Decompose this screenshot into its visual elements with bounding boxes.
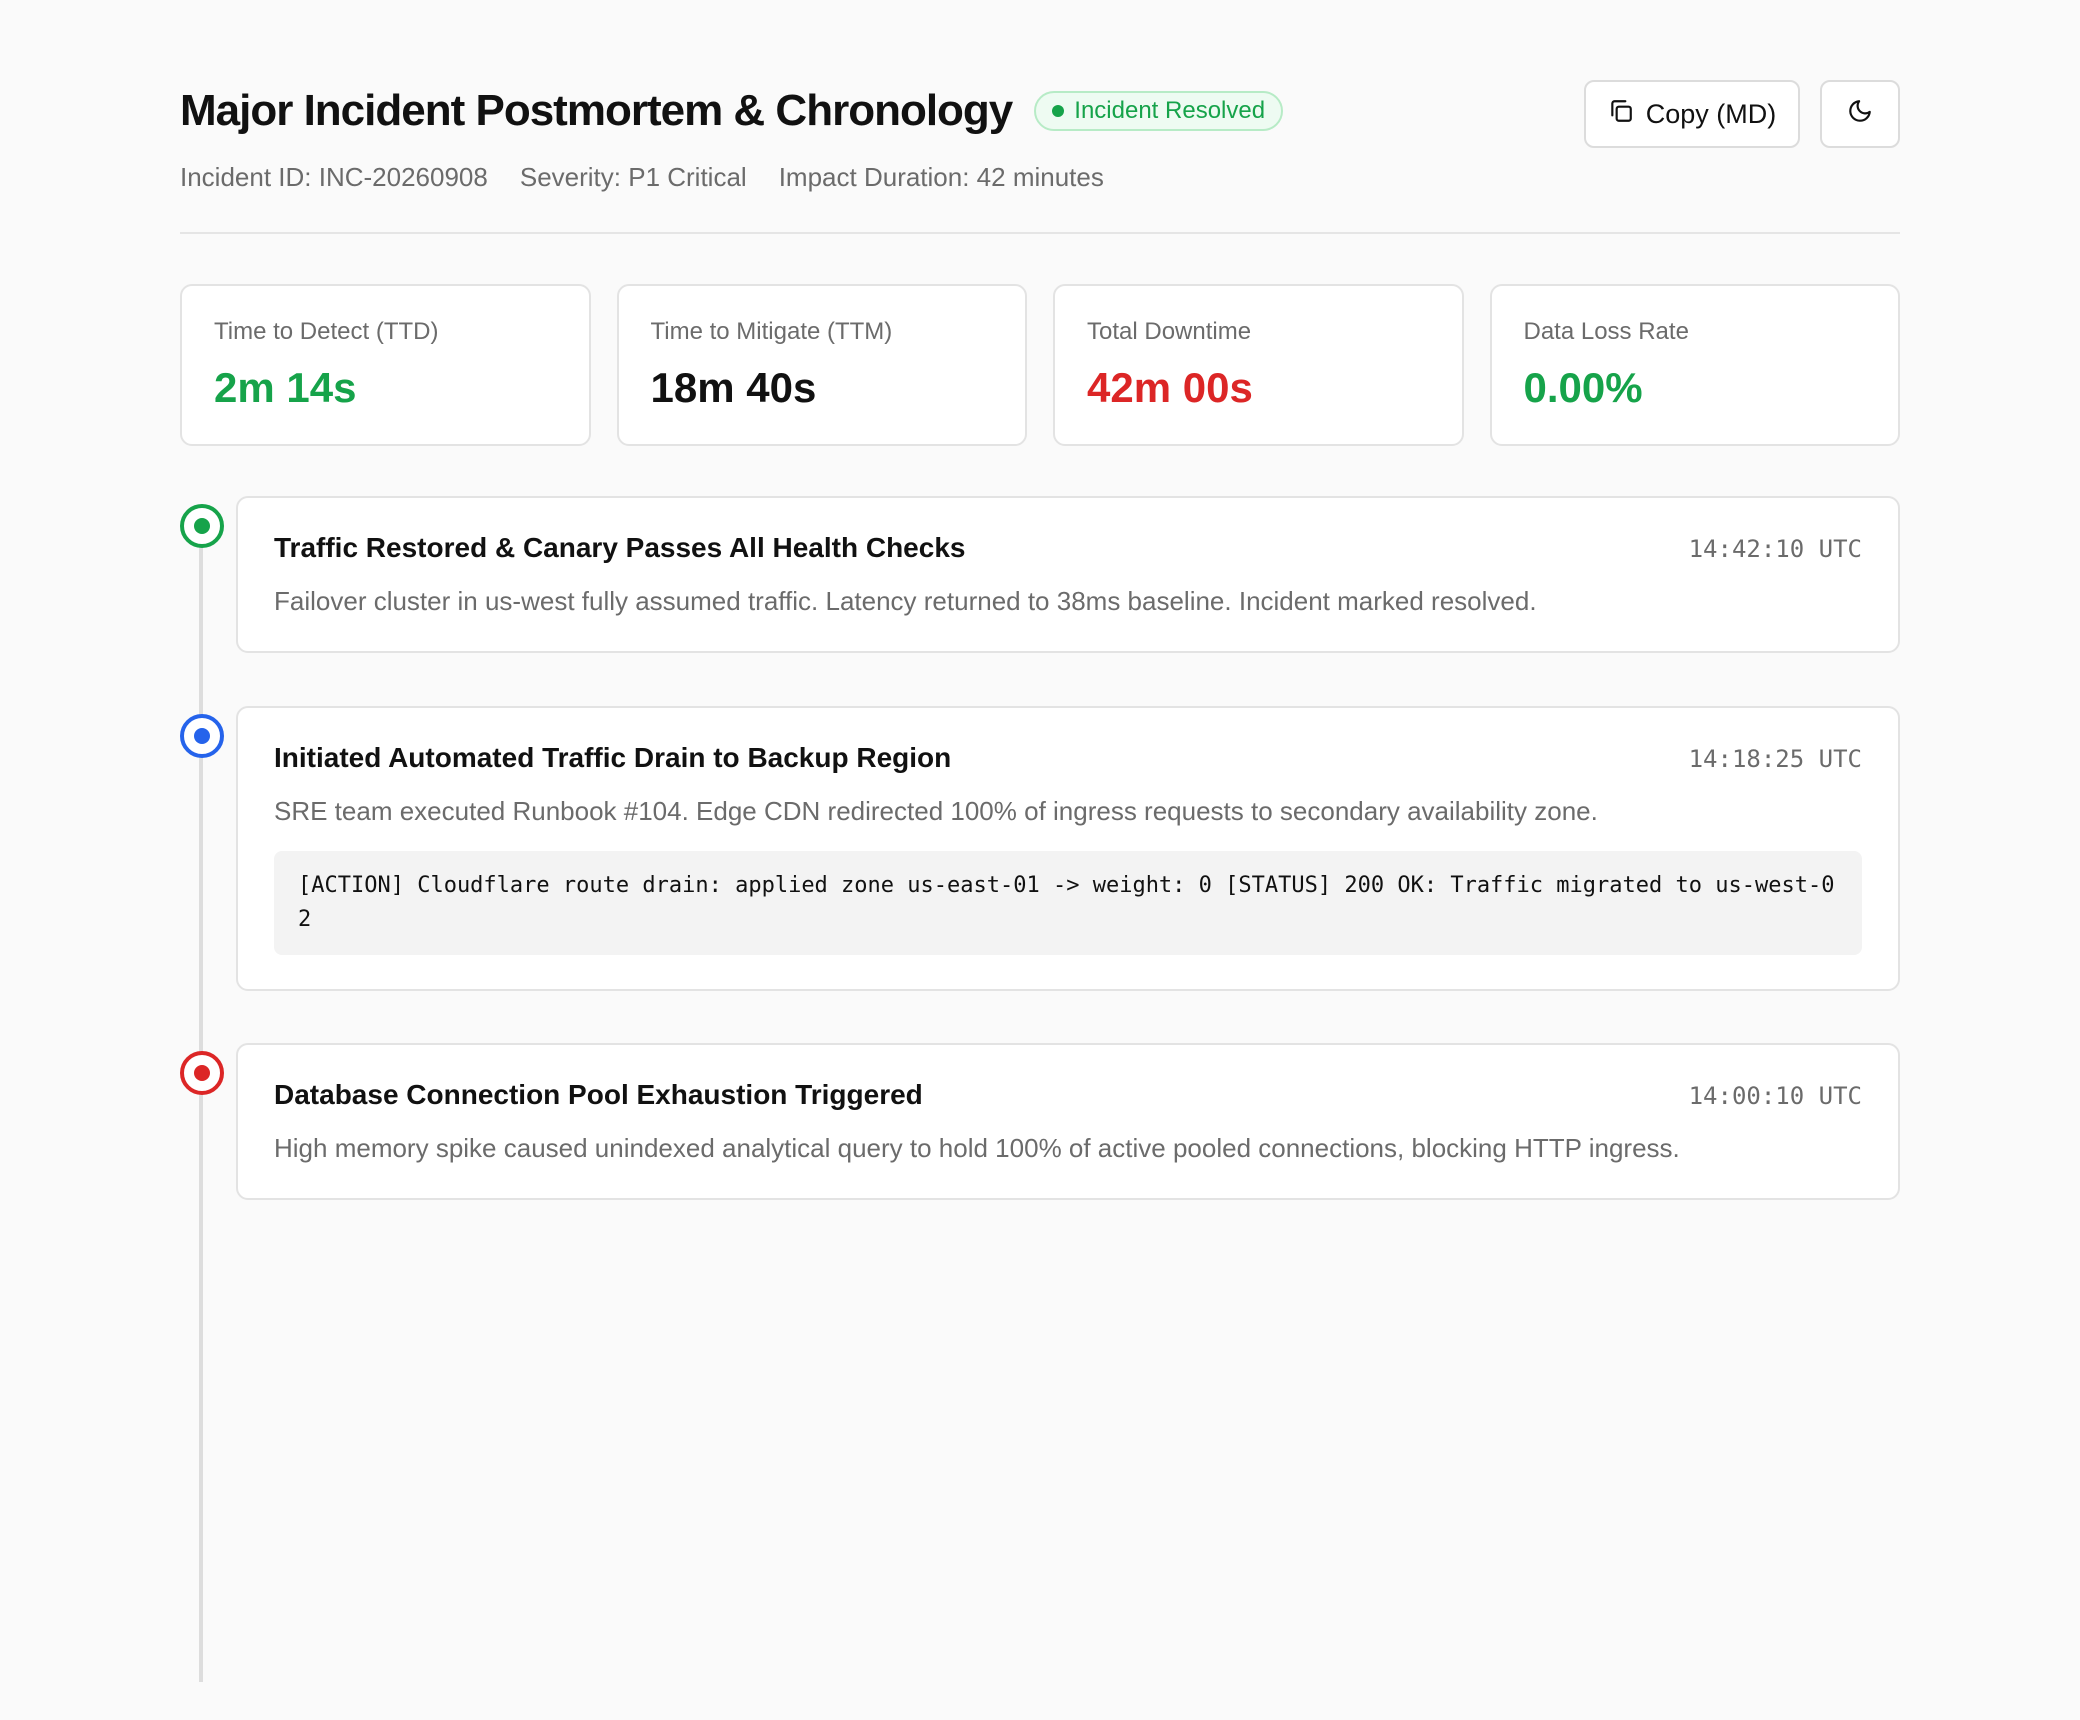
stat-value: 18m 40s [650,364,817,411]
copy-button-label: Copy (MD) [1645,98,1777,129]
copy-icon [1608,98,1634,131]
event-title: Database Connection Pool Exhaustion Trig… [274,1079,923,1110]
page-title: Major Incident Postmortem & Chronology [180,86,1013,135]
event-description: SRE team executed Runbook #104. Edge CDN… [274,796,1598,826]
event-card: Traffic Restored & Canary Passes All Hea… [236,496,1900,653]
event-card: Initiated Automated Traffic Drain to Bac… [236,706,1900,991]
stat-card-ttm: Time to Mitigate (TTM) 18m 40s [616,284,1027,446]
event-description: Failover cluster in us-west fully assume… [274,586,1537,616]
header-actions: Copy (MD) [1584,80,1900,148]
theme-toggle-button[interactable] [1820,80,1900,148]
stat-label: Total Downtime [1087,318,1252,345]
action-log-code: [ACTION] Cloudflare route drain: applied… [274,851,1862,955]
trigger-marker-icon [180,1051,224,1095]
stat-card-data-loss: Data Loss Rate 0.00% [1489,284,1900,446]
stats-row: Time to Detect (TTD) 2m 14s Time to Miti… [180,284,1900,446]
incident-severity: Severity: P1 Critical [519,162,747,192]
timeline-line [199,526,203,1682]
event-time: 14:42:10 UTC [1688,535,1862,563]
stat-label: Data Loss Rate [1523,318,1689,345]
status-dot-icon [1052,105,1065,117]
event-title: Traffic Restored & Canary Passes All Hea… [274,532,966,563]
copy-markdown-button[interactable]: Copy (MD) [1584,80,1800,148]
main-container: Major Incident Postmortem & Chronology I… [180,0,1900,1682]
resolved-marker-icon [180,504,224,548]
stat-card-downtime: Total Downtime 42m 00s [1053,284,1464,446]
impact-duration: Impact Duration: 42 minutes [778,162,1104,192]
status-badge: Incident Resolved [1034,91,1284,131]
status-badge-label: Incident Resolved [1074,97,1266,124]
stat-value: 0.00% [1523,364,1643,411]
event-title: Initiated Automated Traffic Drain to Bac… [274,742,952,773]
event-time: 14:00:10 UTC [1688,1082,1862,1110]
event-card: Database Connection Pool Exhaustion Trig… [236,1043,1900,1200]
moon-icon [1847,98,1873,131]
stat-label: Time to Mitigate (TTM) [650,318,893,345]
event-description: High memory spike caused unindexed analy… [274,1133,1680,1163]
incident-id: Incident ID: INC-20260908 [180,162,488,192]
stat-value: 42m 00s [1087,364,1253,411]
page: Major Incident Postmortem & Chronology I… [0,0,2080,1720]
stat-label: Time to Detect (TTD) [214,318,439,345]
incident-meta: Incident ID: INC-20260908 Severity: P1 C… [180,162,1104,193]
mitigation-marker-icon [180,714,224,758]
event-time: 14:18:25 UTC [1688,745,1862,773]
title-row: Major Incident Postmortem & Chronology I… [180,86,1284,136]
stat-value: 2m 14s [214,364,357,411]
page-header: Major Incident Postmortem & Chronology I… [180,0,1900,234]
stat-card-ttd: Time to Detect (TTD) 2m 14s [180,284,591,446]
